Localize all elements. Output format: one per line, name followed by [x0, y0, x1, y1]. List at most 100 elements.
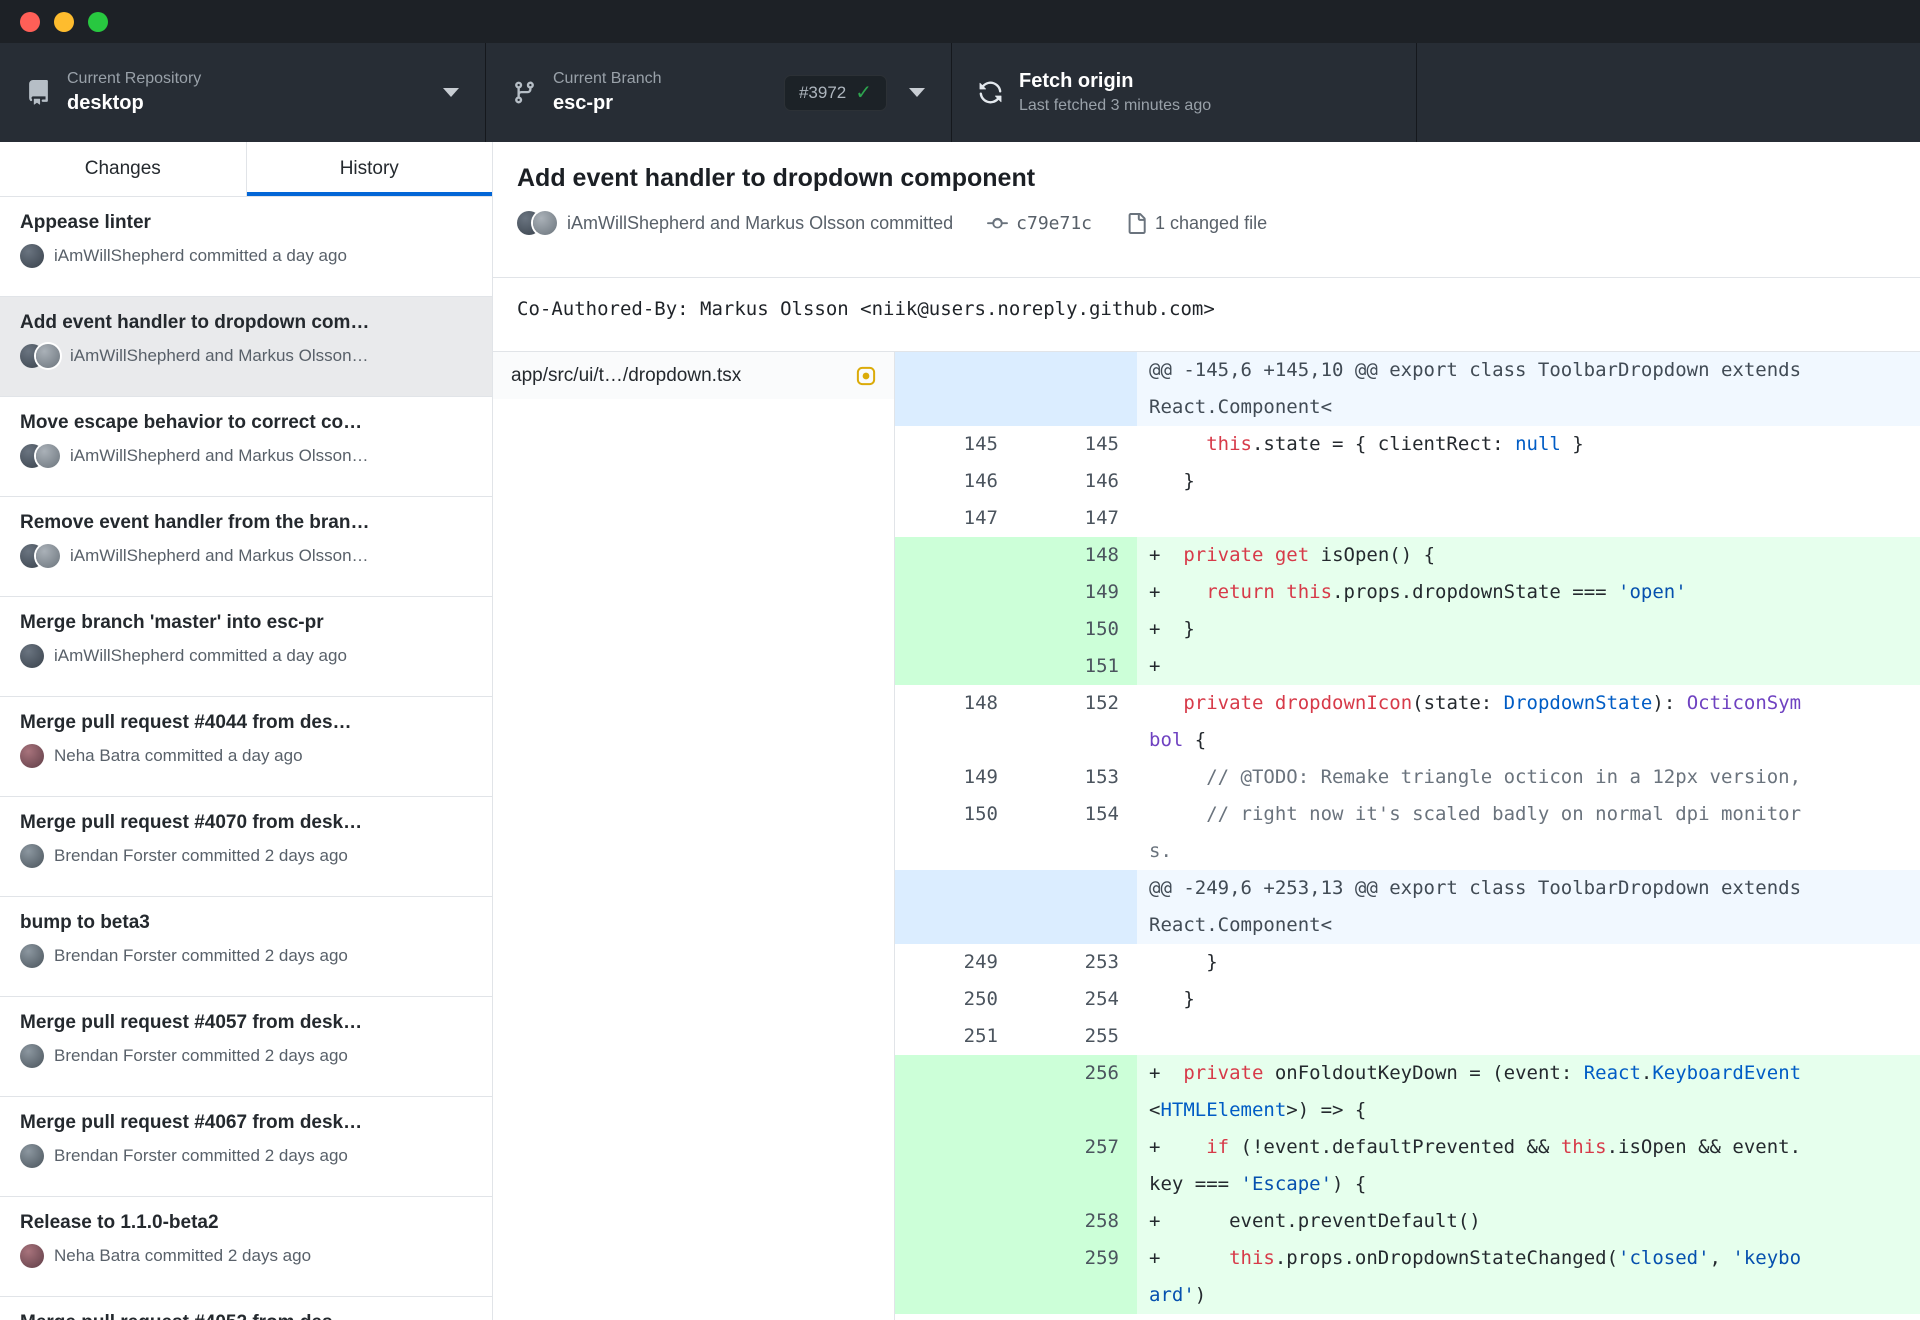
new-line-number: 258 — [1016, 1203, 1137, 1240]
commit-list-item[interactable]: Merge pull request #4070 from desk… Brend… — [0, 797, 492, 897]
close-button[interactable] — [20, 11, 40, 32]
diff-row-added: 151 + — [895, 648, 1920, 685]
commit-list-item[interactable]: Move escape behavior to correct co… iAmWi… — [0, 397, 492, 497]
commit-list-item[interactable]: Merge pull request #4067 from desk… Brend… — [0, 1097, 492, 1197]
changed-files-panel: app/src/ui/t…/dropdown.tsx — [493, 352, 895, 1320]
commit-meta-text: iAmWillShepherd committed a day ago — [54, 246, 347, 265]
avatar-brendan — [20, 1144, 44, 1168]
old-line-number — [895, 537, 1016, 574]
commit-item-meta: iAmWillShepherd and Markus Olsson… — [20, 344, 472, 368]
toolbar-repository-button[interactable]: Current Repository desktop — [0, 43, 486, 142]
authors-line: iAmWillShepherd and Markus Olsson commit… — [567, 212, 954, 233]
commit-list-item[interactable]: Merge pull request #4044 from des… Neha B… — [0, 697, 492, 797]
avatar-brendan — [20, 844, 44, 868]
diff-code-line — [1137, 1018, 1920, 1055]
diff-row-added: 148 + private get isOpen() { — [895, 537, 1920, 574]
commit-item-meta: Brendan Forster committed 2 days ago — [20, 1144, 472, 1168]
old-line-number — [895, 1240, 1016, 1314]
commit-item-title: Merge branch 'master' into esc-pr — [20, 612, 324, 633]
diff-code-line: + private onFoldoutKeyDown = (event: Rea… — [1137, 1055, 1920, 1129]
diff-row-context: 148 152 private dropdownIcon(state: Dropd… — [895, 685, 1920, 759]
pr-number: #3972 — [798, 82, 847, 102]
avatar-stack — [20, 1144, 44, 1168]
diff-code-line: + — [1137, 648, 1920, 685]
avatar-neha — [20, 1244, 44, 1268]
avatar-stack — [20, 244, 44, 268]
toolbar-fetch-button[interactable]: Fetch origin Last fetched 3 minutes ago — [952, 43, 1417, 142]
titlebar — [0, 0, 1920, 43]
commit-list-item[interactable]: bump to beta3 Brendan Forster committed 2… — [0, 897, 492, 997]
diff-code-line: @@ -249,6 +253,13 @@ export class Toolba… — [1137, 870, 1920, 944]
commit-list: Appease linter iAmWillShepherd committed … — [0, 197, 492, 1320]
diff-row-hunk: @@ -145,6 +145,10 @@ export class Toolba… — [895, 352, 1920, 426]
commit-list-item[interactable]: Appease linter iAmWillShepherd committed … — [0, 197, 492, 297]
new-line-number: 256 — [1016, 1055, 1137, 1129]
commit-meta-text: Neha Batra committed 2 days ago — [54, 1246, 312, 1265]
zoom-button[interactable] — [88, 11, 108, 32]
commit-item-meta: Brendan Forster committed 2 days ago — [20, 944, 472, 968]
commit-header: Add event handler to dropdown component … — [493, 142, 1920, 278]
commit-meta-text: Brendan Forster committed 2 days ago — [54, 846, 348, 865]
avatar-stack — [20, 444, 60, 468]
fetch-title: Fetch origin — [1019, 70, 1134, 92]
fetch-subtitle: Last fetched 3 minutes ago — [1019, 97, 1212, 114]
commit-item-title: bump to beta3 — [20, 912, 150, 933]
toolbar-branch-button[interactable]: Current Branch esc-pr #3972 ✓ — [486, 43, 952, 142]
new-line-number: 145 — [1084, 433, 1119, 455]
changed-files-group: 1 changed file — [1126, 212, 1268, 234]
new-line-number: 151 — [1016, 648, 1137, 685]
commit-list-item[interactable]: Merge pull request #4052 from des… — [0, 1297, 492, 1320]
commit-meta-text: iAmWillShepherd and Markus Olsson… — [70, 546, 369, 565]
commit-list-item[interactable]: Remove event handler from the bran… iAmWi… — [0, 497, 492, 597]
new-line-number: 148 — [1016, 537, 1137, 574]
commit-list-item[interactable]: Merge pull request #4057 from desk… Brend… — [0, 997, 492, 1097]
commit-list-item[interactable]: Release to 1.1.0-beta2 Neha Batra committ… — [0, 1197, 492, 1297]
diff-row-context: 250 254 } — [895, 981, 1920, 1018]
diff-row-added: 149 + return this.props.dropdownState ===… — [895, 574, 1920, 611]
new-line-number: 147 — [1084, 507, 1119, 529]
new-line-number — [1016, 870, 1137, 944]
commit-list-item[interactable]: Merge branch 'master' into esc-pr iAmWill… — [0, 597, 492, 697]
old-line-number — [895, 1055, 1016, 1129]
avatar-brendan — [20, 1044, 44, 1068]
new-line-number: 254 — [1084, 988, 1119, 1010]
commit-meta-text: Neha Batra committed a day ago — [54, 746, 303, 765]
new-line-number — [1016, 352, 1137, 426]
commit-item-title: Appease linter — [20, 212, 151, 233]
old-line-number — [895, 611, 1016, 648]
commit-item-meta: iAmWillShepherd and Markus Olsson… — [20, 544, 472, 568]
avatar-markus — [36, 344, 60, 368]
diff-code-line: + event.preventDefault() — [1137, 1203, 1920, 1240]
commit-item-meta: Brendan Forster committed 2 days ago — [20, 1044, 472, 1068]
tab-history[interactable]: History — [247, 142, 493, 196]
avatar-will — [20, 244, 44, 268]
commit-list-item[interactable]: Add event handler to dropdown com… iAmWil… — [0, 297, 492, 397]
old-line-number: 147 — [963, 507, 998, 529]
new-line-number: 153 — [1084, 766, 1119, 788]
avatar-stack — [20, 644, 44, 668]
repo-icon — [26, 80, 51, 105]
commit-item-title: Release to 1.1.0-beta2 — [20, 1212, 219, 1233]
avatar-will — [20, 644, 44, 668]
diff-row-context: 149 153 // @TODO: Remake triangle octicon… — [895, 759, 1920, 796]
old-line-number: 251 — [963, 1025, 998, 1047]
diff-code-line: + private get isOpen() { — [1137, 537, 1920, 574]
old-line-number — [895, 870, 1016, 944]
sidebar: Changes History Appease linter iAmWillShe… — [0, 142, 493, 1320]
branch-name: esc-pr — [553, 92, 614, 114]
diff-code-line: } — [1149, 951, 1218, 973]
commit-item-title: Merge pull request #4052 from des… — [20, 1311, 472, 1320]
author-avatars — [517, 211, 557, 235]
changed-files-count: 1 changed file — [1155, 212, 1268, 233]
commit-item-title: Add event handler to dropdown com… — [20, 312, 370, 333]
minimize-button[interactable] — [54, 11, 74, 32]
old-line-number — [895, 1129, 1016, 1203]
diff-code-line: @@ -145,6 +145,10 @@ export class Toolba… — [1137, 352, 1920, 426]
file-list-item[interactable]: app/src/ui/t…/dropdown.tsx — [493, 352, 894, 399]
sync-icon — [978, 80, 1003, 105]
old-line-number: 249 — [963, 951, 998, 973]
tab-changes[interactable]: Changes — [0, 142, 247, 196]
check-icon: ✓ — [855, 81, 872, 104]
modified-file-icon — [856, 366, 876, 386]
branch-label: Current Branch — [553, 70, 662, 87]
